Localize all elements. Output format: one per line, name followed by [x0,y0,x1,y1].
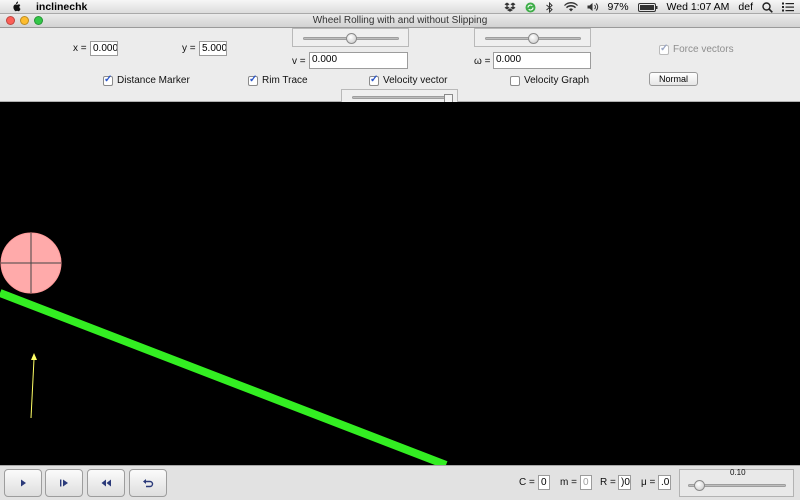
apple-logo-icon[interactable] [10,1,22,13]
velocity-vector-checkbox[interactable]: Velocity vector [369,74,448,86]
velocity-vector-arrowhead [31,353,37,360]
mu-field[interactable]: .0 [658,475,671,490]
force-vectors-checkbox[interactable]: Force vectors [659,43,734,55]
velocity-graph-checkbox[interactable]: Velocity Graph [510,75,589,86]
menubar-user[interactable]: def [738,1,753,13]
window-title-bar[interactable]: Wheel Rolling with and without Slipping [0,14,800,28]
wifi-icon[interactable] [563,1,578,13]
rewind-button[interactable] [87,469,125,497]
velocity-vector-box[interactable] [369,74,379,86]
spotlight-icon[interactable] [762,1,773,13]
distance-marker-label: Distance Marker [117,75,190,86]
omega-slider[interactable] [474,28,591,47]
menubar-clock[interactable]: Wed 1:07 AM [667,1,730,13]
v-label: v = [292,56,306,67]
v-field[interactable]: 0.000 [309,52,408,69]
rim-trace-checkbox[interactable]: Rim Trace [248,74,308,86]
rewind-icon [101,479,111,487]
y-label: y = [182,43,196,54]
velocity-slider[interactable] [292,28,409,47]
r-label: R = [600,477,616,488]
play-icon [21,479,26,487]
velocity-slider-knob[interactable] [346,33,357,44]
sync-icon[interactable] [525,1,536,13]
distance-marker-box[interactable] [103,74,113,86]
lower-slider[interactable] [341,89,458,103]
m-field[interactable]: 0 [580,475,592,490]
step-forward-icon [60,479,68,487]
velocity-vector-label: Velocity vector [383,75,448,86]
rim-trace-label: Rim Trace [262,75,308,86]
velocity-graph-box[interactable] [510,75,520,86]
omega-field[interactable]: 0.000 [493,52,591,69]
step-forward-button[interactable] [45,469,83,497]
force-vectors-label: Force vectors [673,44,734,55]
force-vectors-box[interactable] [659,43,669,55]
normal-mode-button[interactable]: Normal [649,72,698,86]
c-field[interactable]: 0 [538,475,550,490]
incline-ramp [0,289,448,465]
omega-slider-knob[interactable] [528,33,539,44]
m-label: m = [560,477,577,488]
rim-trace-box[interactable] [248,74,258,86]
velocity-graph-label: Velocity Graph [524,75,590,86]
c-label: C = [519,477,535,488]
velocity-vector-arrow [30,358,35,419]
bottom-toolbar: C = 0 m = 0 R = )0 μ = .0 0.10 [0,465,800,500]
reset-icon [143,478,154,487]
y-field[interactable]: 5.000 [199,41,227,56]
play-button[interactable] [4,469,42,497]
r-field[interactable]: )0 [618,475,631,490]
x-field[interactable]: 0.000 [90,41,118,56]
app-menu-name[interactable]: inclinechk [36,1,87,13]
simulation-canvas[interactable] [0,102,800,465]
bluetooth-icon[interactable] [545,1,555,13]
speed-slider[interactable]: 0.10 [679,468,794,497]
menu-bar: inclinechk 97% Wed 1:07 AM def [0,0,800,14]
distance-marker-checkbox[interactable]: Distance Marker [103,74,190,86]
control-panel: x = 0.000 y = 5.000 v = 0.000 ω = 0.000 … [0,28,800,103]
mu-label: μ = [641,477,656,488]
dropbox-icon[interactable] [504,1,516,13]
battery-icon[interactable] [637,1,658,13]
speed-slider-knob[interactable] [694,480,705,491]
volume-icon[interactable] [587,1,599,13]
battery-percent: 97% [607,1,629,13]
reset-button[interactable] [129,469,167,497]
window-title: Wheel Rolling with and without Slipping [312,15,488,26]
x-label: x = [73,43,87,54]
speed-value: 0.10 [730,468,746,477]
omega-label: ω = [474,56,491,67]
menu-list-icon[interactable] [782,1,794,13]
